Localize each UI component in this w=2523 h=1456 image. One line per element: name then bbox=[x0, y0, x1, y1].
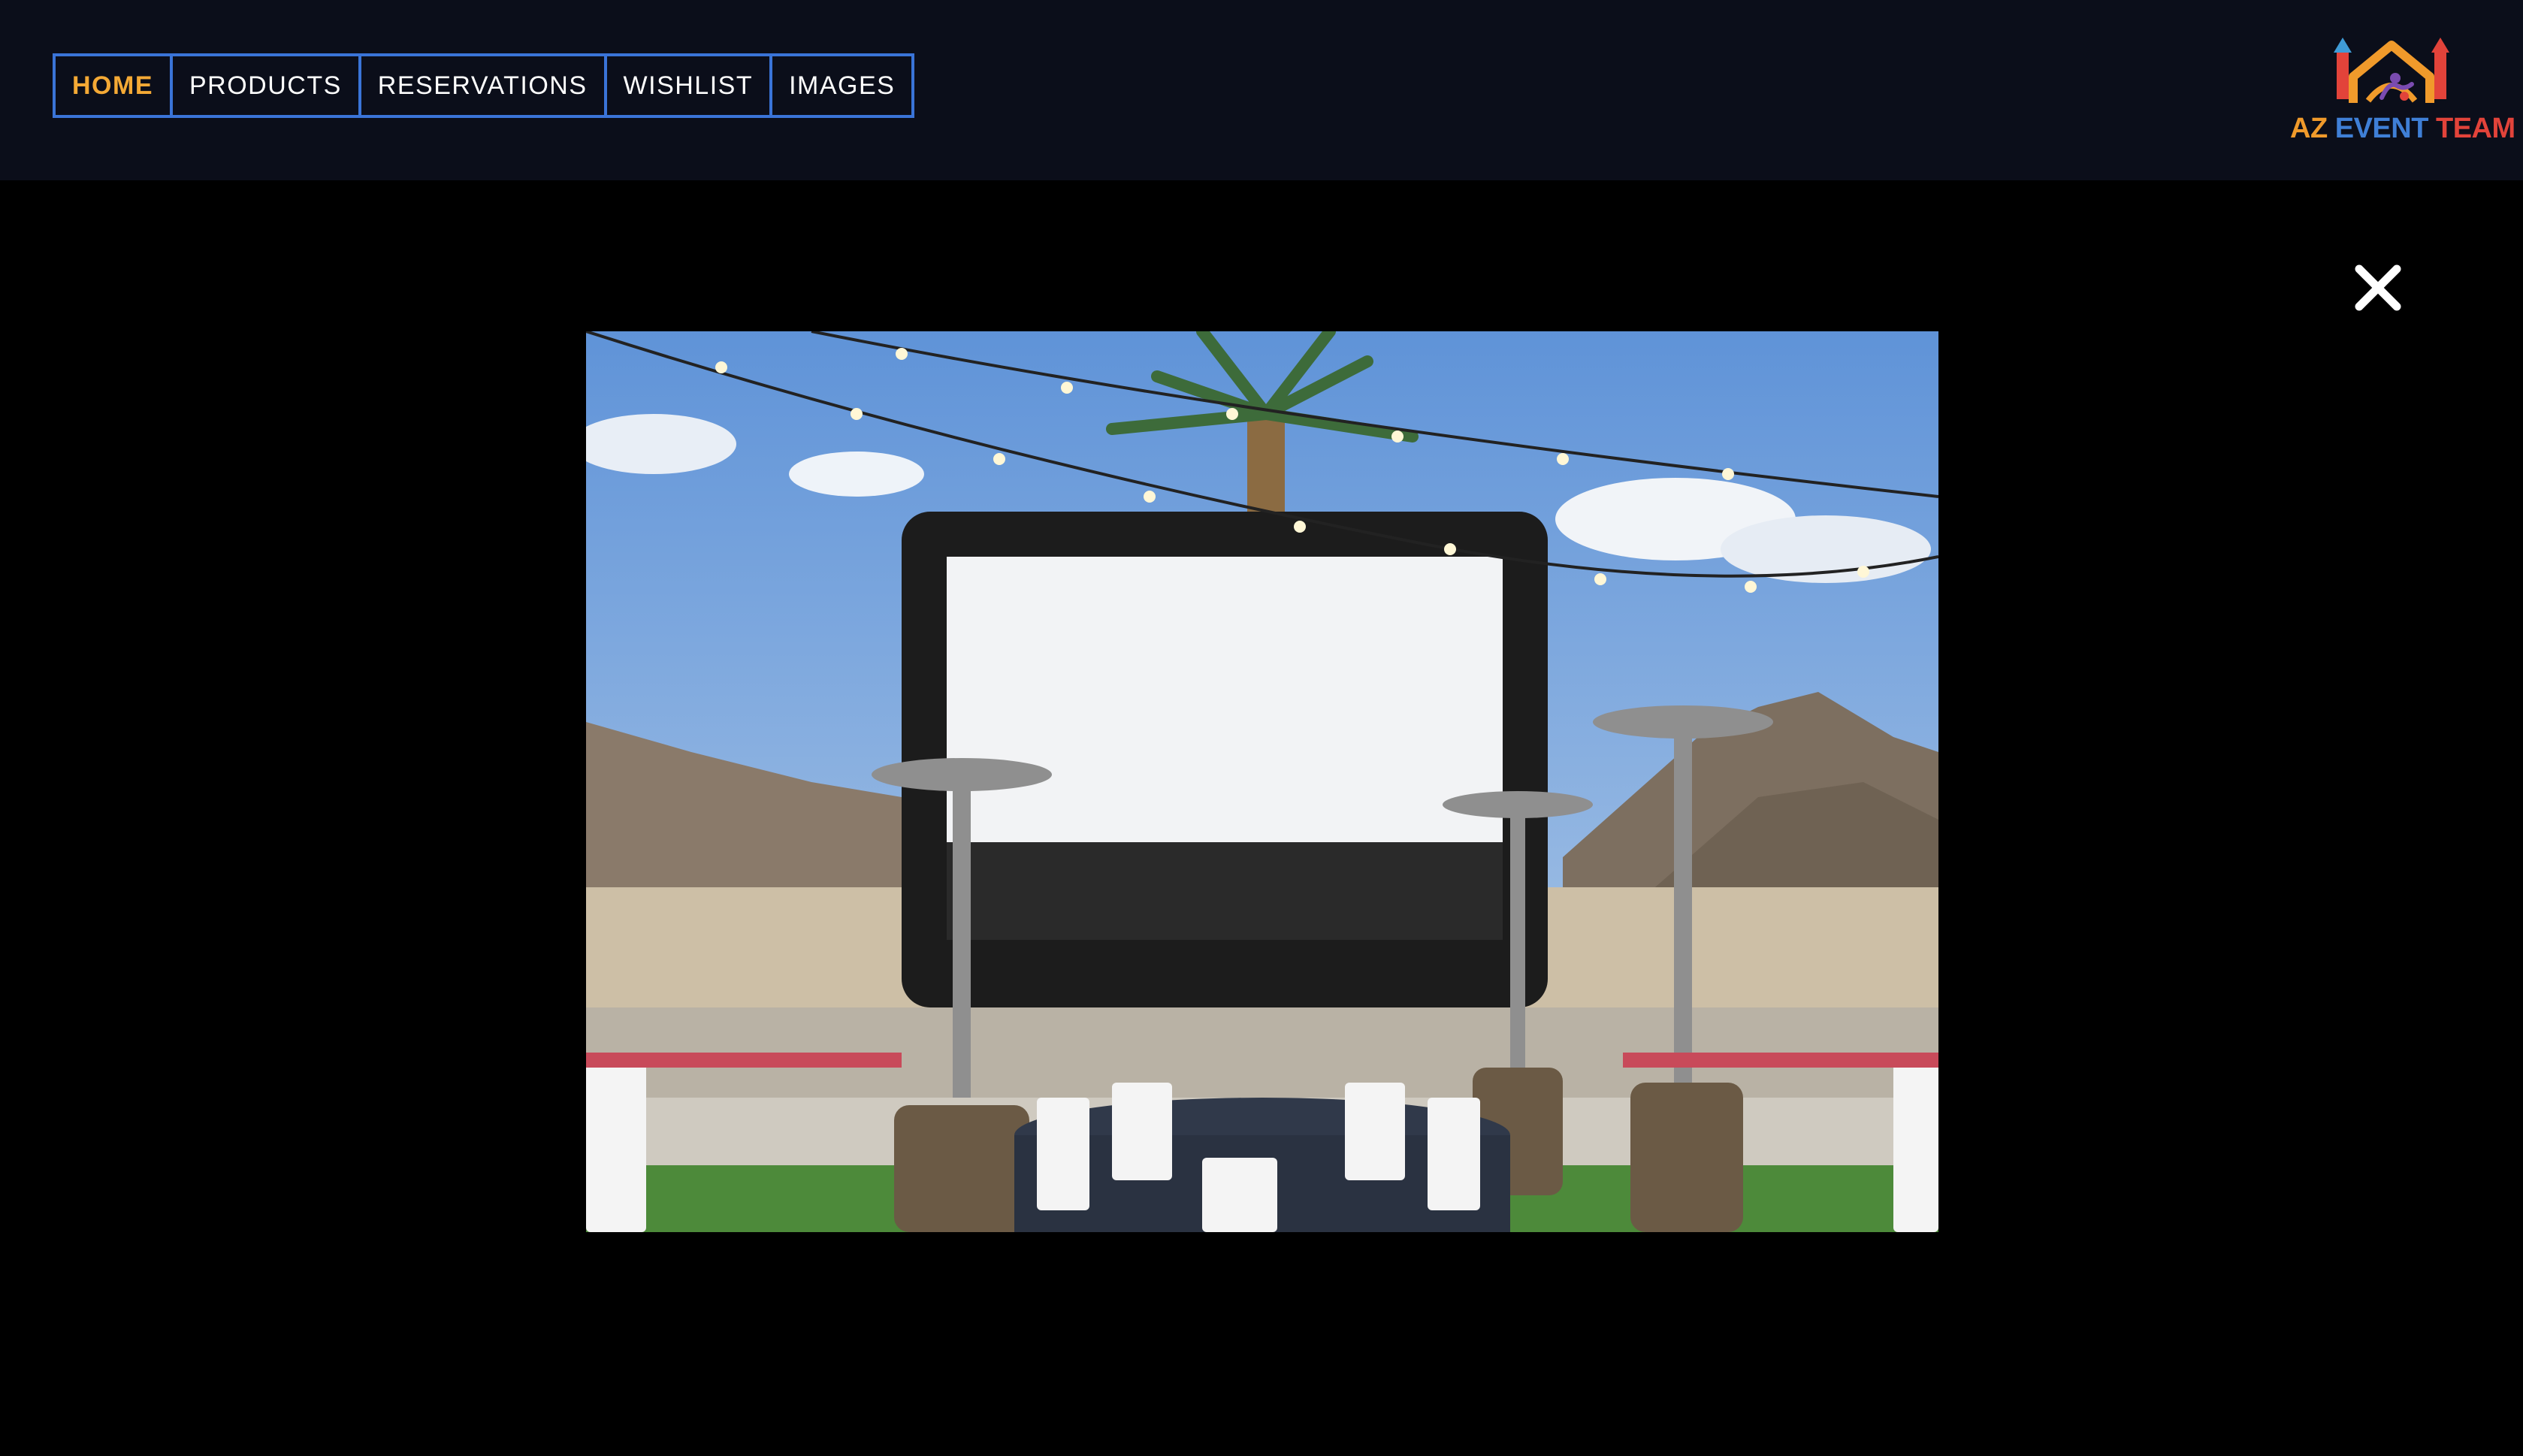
nav-products[interactable]: PRODUCTS bbox=[173, 56, 361, 115]
main-nav: HOME PRODUCTS RESERVATIONS WISHLIST IMAG… bbox=[53, 53, 915, 118]
nav-wishlist[interactable]: WISHLIST bbox=[607, 56, 773, 115]
top-header: HOME PRODUCTS RESERVATIONS WISHLIST IMAG… bbox=[0, 0, 2523, 180]
outdoor-movie-screen-photo bbox=[586, 331, 1938, 1232]
bounce-house-logo-icon bbox=[2334, 38, 2449, 103]
nav-images[interactable]: IMAGES bbox=[772, 56, 911, 115]
logo-word-event: EVENT bbox=[2334, 113, 2429, 144]
nav-home[interactable]: HOME bbox=[56, 56, 173, 115]
logo-word-team: TEAM bbox=[2435, 113, 2515, 144]
site-logo[interactable]: AZ EVENT TEAM bbox=[2284, 32, 2515, 152]
close-icon[interactable] bbox=[2352, 261, 2404, 314]
logo-text: AZ EVENT TEAM bbox=[2290, 113, 2515, 145]
nav-reservations[interactable]: RESERVATIONS bbox=[361, 56, 607, 115]
lightbox-photo bbox=[586, 331, 1938, 1232]
logo-word-az: AZ bbox=[2290, 113, 2328, 144]
